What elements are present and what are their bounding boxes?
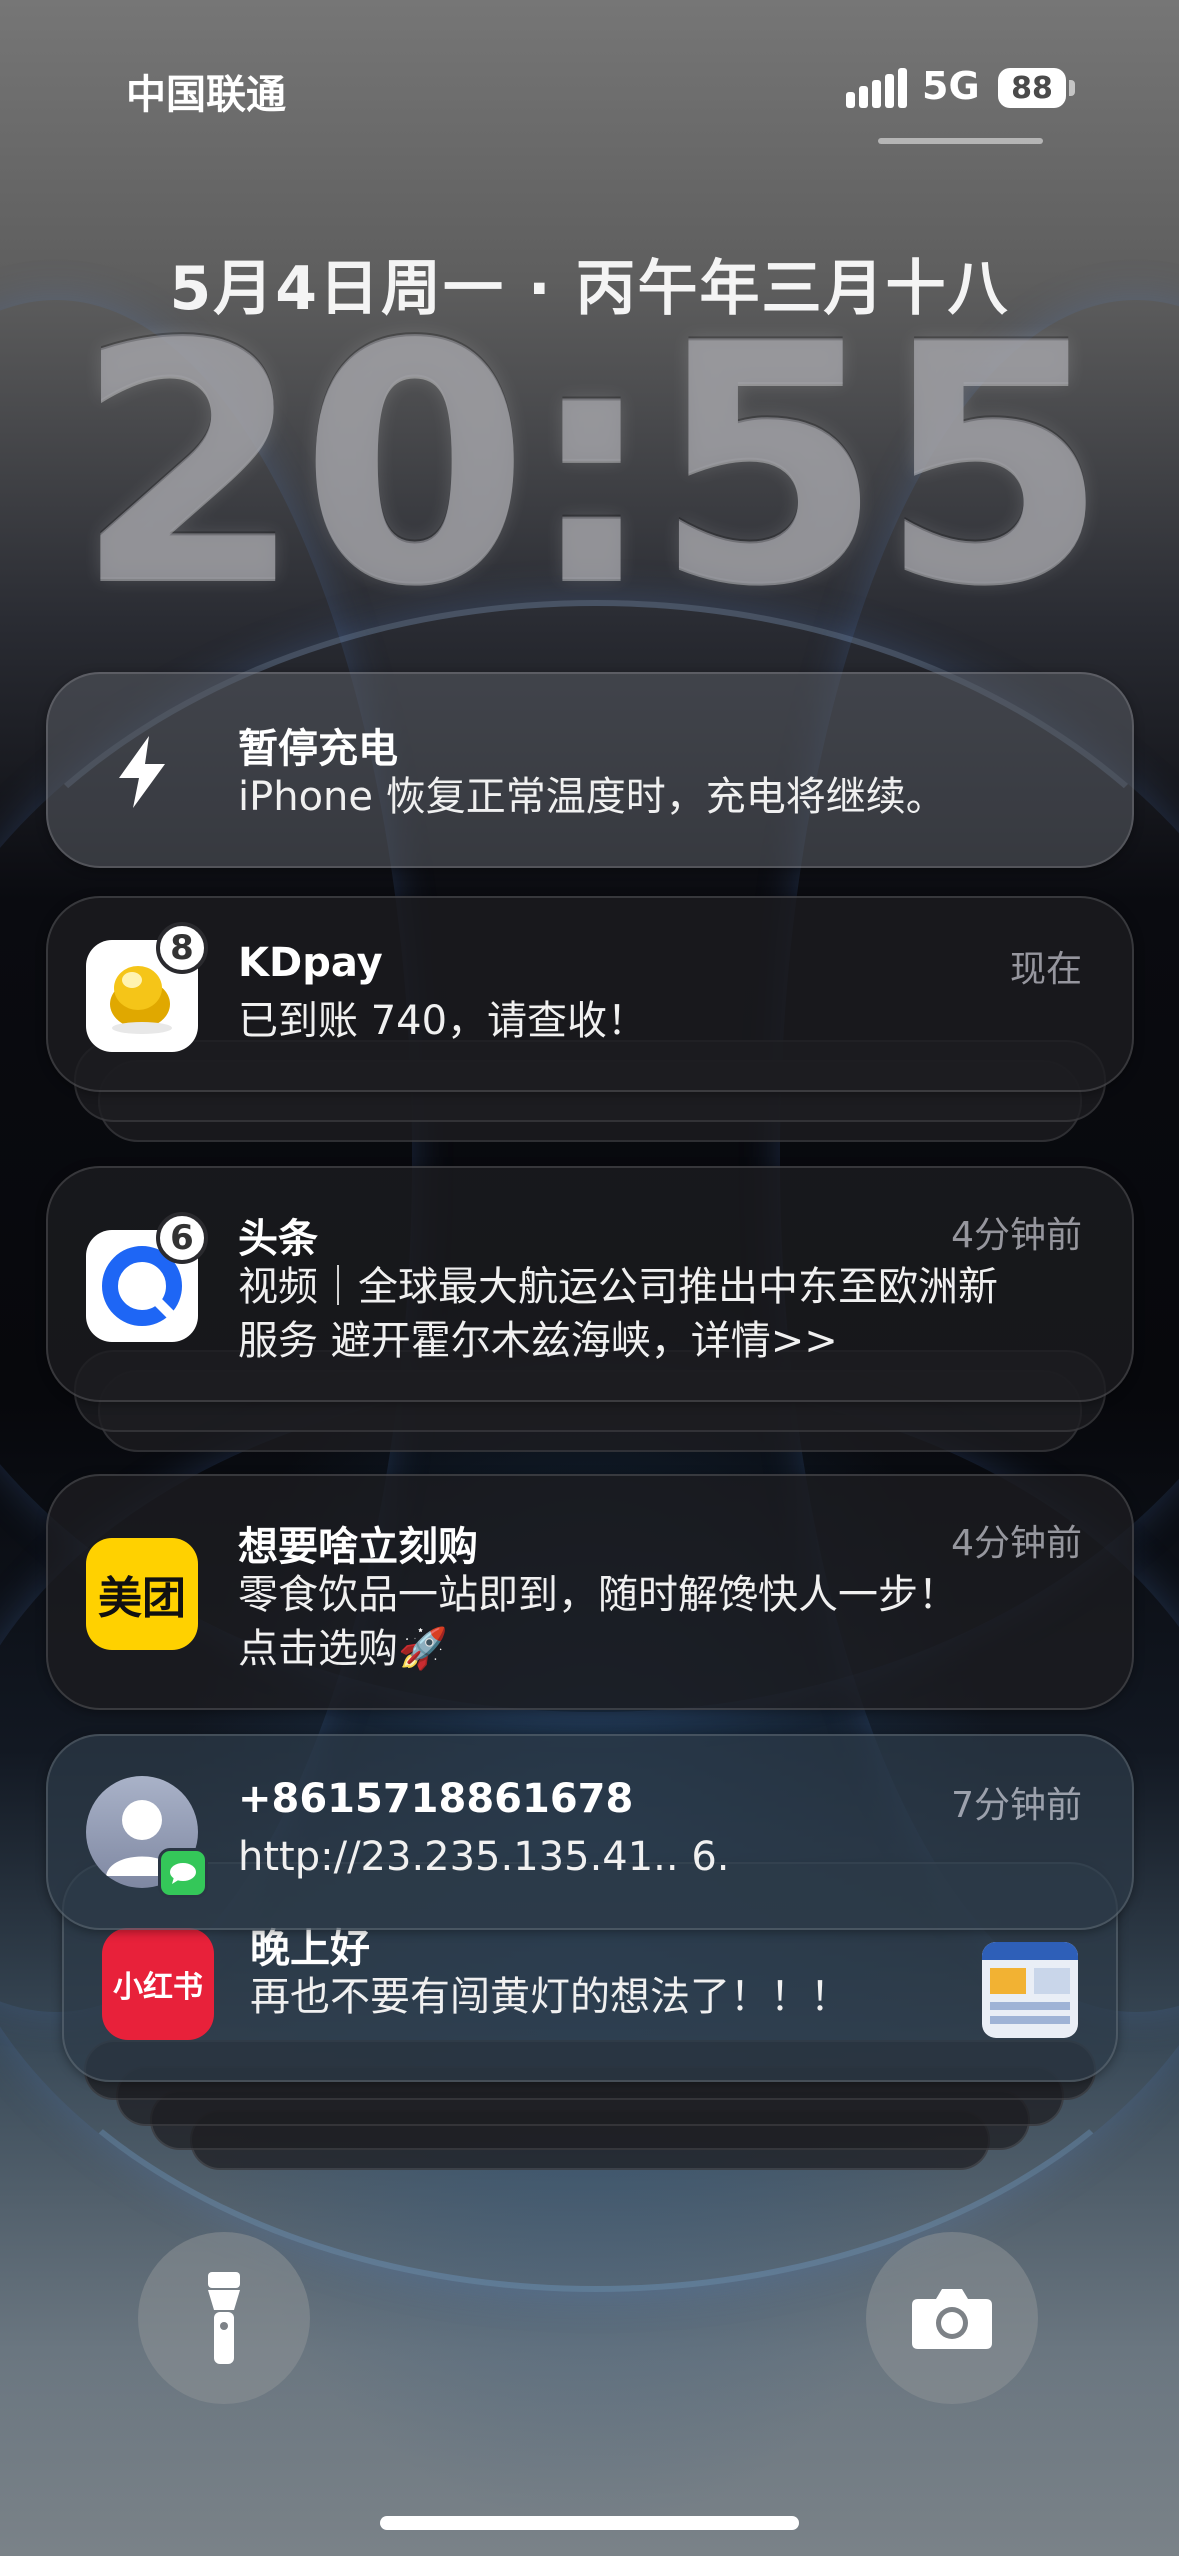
notification-time: 7分钟前 — [951, 1785, 1082, 1826]
carrier-label: 中国联通 — [126, 72, 286, 118]
unread-badge: 6 — [156, 1212, 208, 1264]
xiaohongshu-icon: 小红书 — [102, 1928, 214, 2040]
notification-title: +8615718861678 — [238, 1776, 634, 1822]
messages-app-icon — [158, 1848, 208, 1898]
notification-body-line1: 零食饮品一站即到，随时解馋快人一步！ — [238, 1572, 958, 1618]
notification-title: 想要啥立刻购 — [238, 1524, 478, 1570]
notification-time: 4分钟前 — [951, 1215, 1082, 1256]
notification-body: http://23.235.135.41.. 6. — [238, 1834, 730, 1880]
notification-charging[interactable]: 暂停充电 iPhone 恢复正常温度时，充电将继续。 — [46, 672, 1134, 868]
notification-body: iPhone 恢复正常温度时，充电将继续。 — [238, 774, 946, 820]
flashlight-button[interactable] — [138, 2232, 310, 2404]
camera-icon — [912, 2289, 992, 2349]
home-indicator[interactable] — [380, 2516, 799, 2530]
network-type: 5G — [922, 64, 980, 108]
notification-body: 再也不要有闯黄灯的想法了！！！ — [250, 1974, 850, 2020]
notification-kdpay[interactable]: 8 KDpay 现在 已到账 740，请查收！ — [46, 896, 1134, 1092]
notification-body-line2: 服务 避开霍尔木兹海峡，详情>> — [238, 1318, 838, 1364]
notification-message[interactable]: +8615718861678 7分钟前 http://23.235.135.41… — [46, 1734, 1134, 1930]
notification-body-line2: 点击选购🚀 — [238, 1626, 448, 1672]
notification-time: 4分钟前 — [951, 1523, 1082, 1564]
notification-title: 头条 — [238, 1216, 318, 1262]
meituan-icon: 美团 — [86, 1538, 198, 1650]
camera-button[interactable] — [866, 2232, 1038, 2404]
unread-badge: 8 — [156, 922, 208, 974]
notification-meituan[interactable]: 美团 想要啥立刻购 4分钟前 零食饮品一站即到，随时解馋快人一步！ 点击选购🚀 — [46, 1474, 1134, 1710]
notification-time: 现在 — [1009, 949, 1082, 990]
notification-title: 暂停充电 — [238, 726, 398, 772]
battery-level: 88 — [1011, 70, 1053, 106]
flashlight-icon — [208, 2272, 240, 2364]
status-bar: 中国联通 5G 88 — [0, 0, 1179, 180]
notification-body: 已到账 740，请查收！ — [238, 998, 648, 1044]
battery-icon: 88 — [998, 68, 1066, 108]
notification-body-line1: 视频｜全球最大航运公司推出中东至欧洲新 — [238, 1264, 998, 1310]
notification-toutiao[interactable]: 6 头条 4分钟前 视频｜全球最大航运公司推出中东至欧洲新 服务 避开霍尔木兹海… — [46, 1166, 1134, 1402]
signal-icon — [846, 68, 907, 108]
status-pill — [878, 138, 1043, 144]
notification-title: KDpay — [238, 940, 383, 986]
notification-thumbnail — [982, 1942, 1078, 2038]
lock-screen: 中国联通 5G 88 5月4日周一 · 丙午年三月十八 20:55 暂停充电 i… — [0, 0, 1179, 2556]
lock-clock: 20:55 — [74, 273, 1108, 657]
battery-cap — [1069, 80, 1075, 96]
lightning-icon — [86, 716, 198, 828]
